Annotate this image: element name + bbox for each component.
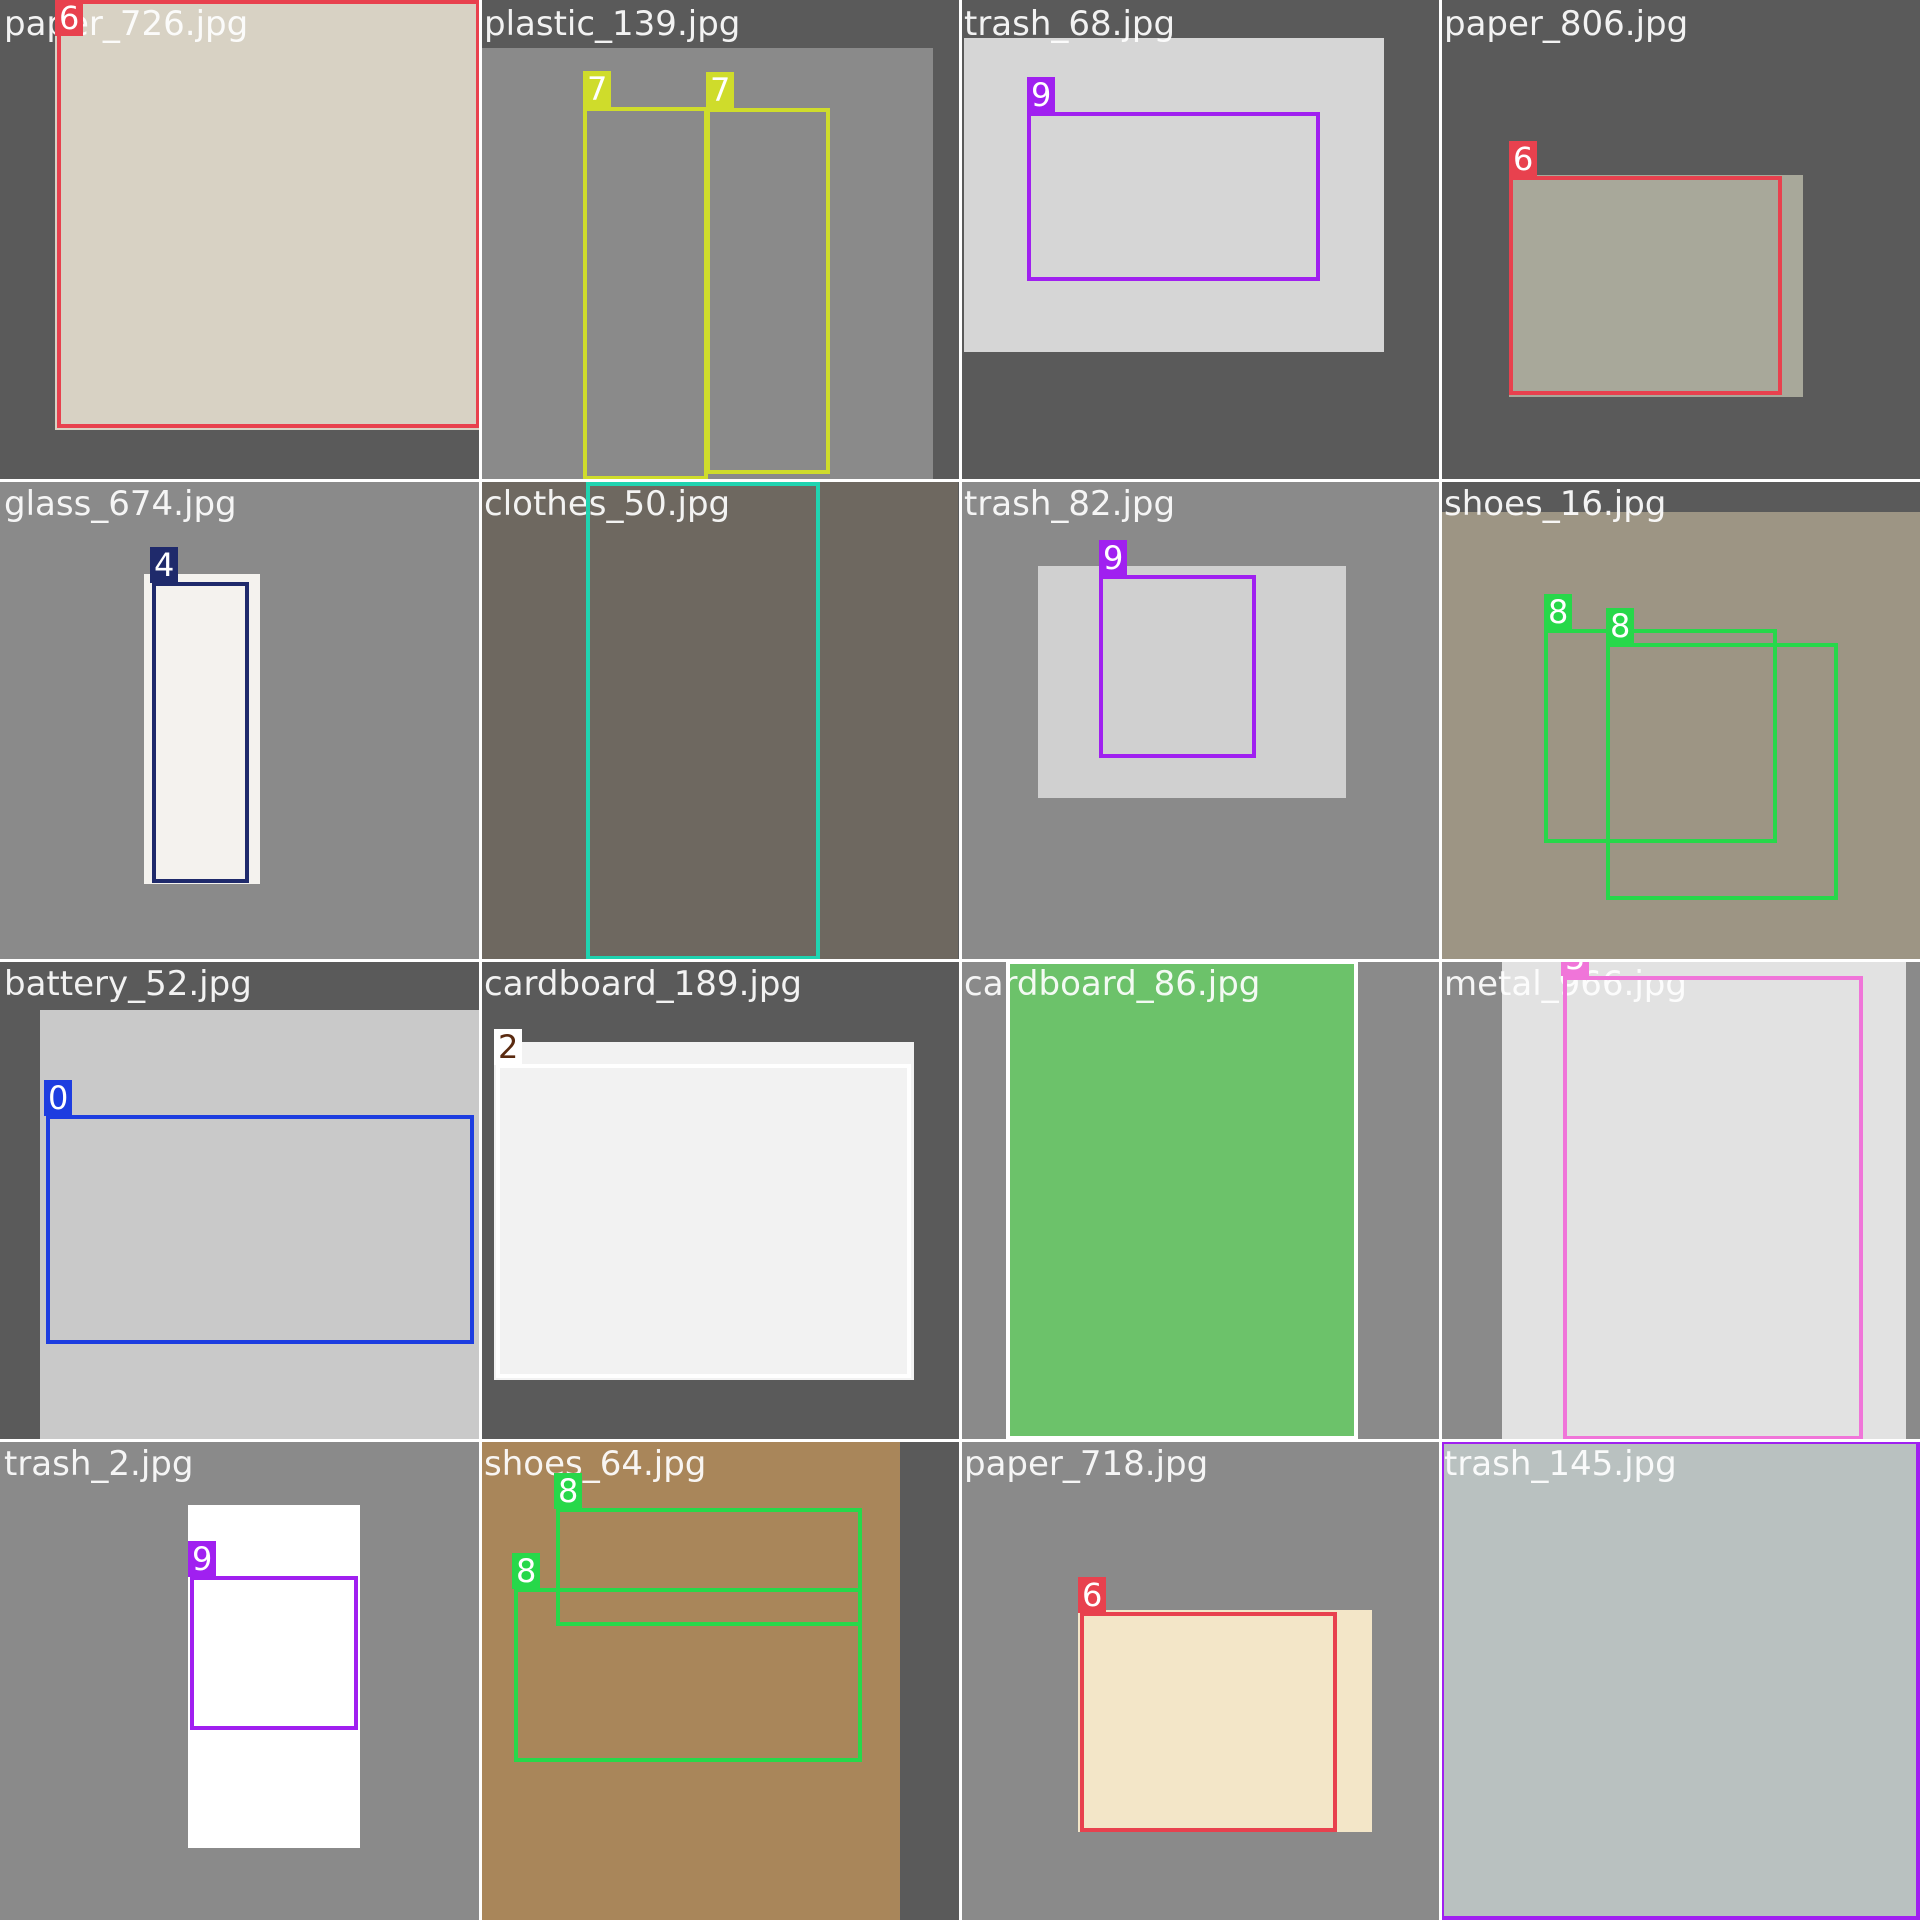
bounding-box <box>1606 643 1838 900</box>
tile-trash-145: trash_145.jpg 9 <box>1440 1440 1920 1920</box>
class-label: 0 <box>44 1080 73 1116</box>
bounding-box <box>190 1576 358 1730</box>
bounding-box <box>514 1588 862 1762</box>
filename-label: paper_718.jpg <box>964 1444 1209 1484</box>
bounding-box <box>152 582 249 883</box>
class-label: 8 <box>1606 608 1635 644</box>
detection-mosaic: paper_726.jpg 6 plastic_139.jpg 7 7 tras… <box>0 0 1920 1920</box>
bounding-box <box>1099 575 1256 758</box>
bounding-box <box>1027 112 1320 281</box>
class-label: 8 <box>512 1553 541 1589</box>
class-label: 4 <box>150 547 179 583</box>
class-label: 8 <box>554 1473 583 1509</box>
bounding-box <box>1563 976 1863 1440</box>
tile-metal-966: metal_966.jpg 5 <box>1440 960 1920 1440</box>
bounding-box <box>583 107 708 480</box>
filename-label: paper_806.jpg <box>1444 4 1689 44</box>
tile-plastic-139: plastic_139.jpg 7 7 <box>480 0 960 480</box>
bounding-box <box>46 1115 474 1344</box>
filename-label: trash_68.jpg <box>964 4 1176 44</box>
bounding-box <box>586 482 820 960</box>
class-label: 6 <box>55 0 84 36</box>
bounding-box <box>1006 960 1358 1440</box>
class-label: 5 <box>1561 960 1590 976</box>
tile-battery-52: battery_52.jpg 0 <box>0 960 480 1440</box>
tile-paper-718: paper_718.jpg 6 <box>960 1440 1440 1920</box>
grid-divider <box>0 479 1920 482</box>
tile-paper-726: paper_726.jpg 6 <box>0 0 480 480</box>
tile-glass-674: glass_674.jpg 4 <box>0 480 480 960</box>
filename-label: glass_674.jpg <box>4 484 237 524</box>
tile-clothes-50: clothes_50.jpg 3 <box>480 480 960 960</box>
bounding-box <box>496 1064 911 1378</box>
filename-label: shoes_16.jpg <box>1444 484 1667 524</box>
tile-shoes-16: shoes_16.jpg 8 8 <box>1440 480 1920 960</box>
filename-label: trash_82.jpg <box>964 484 1176 524</box>
tile-trash-82: trash_82.jpg 9 <box>960 480 1440 960</box>
class-label: 8 <box>1544 594 1573 630</box>
bounding-box <box>706 108 830 474</box>
tile-shoes-64: shoes_64.jpg 8 8 <box>480 1440 960 1920</box>
bounding-box <box>57 0 480 428</box>
class-label: 6 <box>1078 1577 1107 1613</box>
tile-trash-68: trash_68.jpg 9 <box>960 0 1440 480</box>
tile-cardboard-86: cardboard_86.jpg 2 <box>960 960 1440 1440</box>
bounding-box <box>1509 176 1782 395</box>
filename-label: battery_52.jpg <box>4 964 252 1004</box>
class-label: 2 <box>494 1029 523 1065</box>
tile-cardboard-189: cardboard_189.jpg 2 <box>480 960 960 1440</box>
class-label: 9 <box>1027 77 1056 113</box>
bounding-box <box>1440 1440 1920 1920</box>
class-label: 6 <box>1509 141 1538 177</box>
grid-divider <box>0 1439 1920 1442</box>
filename-label: cardboard_189.jpg <box>484 964 802 1004</box>
class-label: 7 <box>583 71 612 107</box>
bounding-box <box>1080 1612 1337 1832</box>
class-label: 9 <box>1099 540 1128 576</box>
tile-trash-2: trash_2.jpg 9 <box>0 1440 480 1920</box>
class-label: 7 <box>706 72 735 108</box>
filename-label: trash_2.jpg <box>4 1444 194 1484</box>
filename-label: plastic_139.jpg <box>484 4 741 44</box>
filename-label: shoes_64.jpg <box>484 1444 707 1484</box>
grid-divider <box>0 959 1920 962</box>
tile-paper-806: paper_806.jpg 6 <box>1440 0 1920 480</box>
class-label: 9 <box>188 1541 217 1577</box>
